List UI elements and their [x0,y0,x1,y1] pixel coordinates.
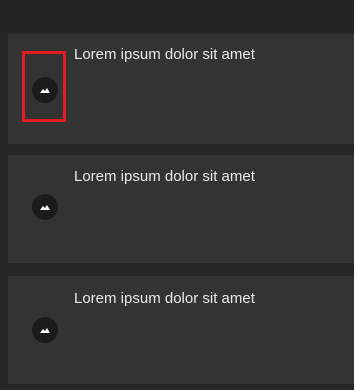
image-icon[interactable] [32,194,58,220]
card-title: Lorem ipsum dolor sit amet [74,290,255,307]
list-card[interactable]: Lorem ipsum dolor sit amet [8,155,354,263]
top-bar [0,0,354,32]
list-card[interactable]: Lorem ipsum dolor sit amet [8,34,354,144]
image-icon[interactable] [32,317,58,343]
screenshot-frame: Lorem ipsum dolor sit amet Lorem ipsum d… [0,0,356,390]
card-title: Lorem ipsum dolor sit amet [74,46,255,63]
list-card[interactable]: Lorem ipsum dolor sit amet [8,276,354,384]
card-list-panel: Lorem ipsum dolor sit amet Lorem ipsum d… [0,0,354,390]
card-title: Lorem ipsum dolor sit amet [74,168,255,185]
image-icon[interactable] [32,77,58,103]
